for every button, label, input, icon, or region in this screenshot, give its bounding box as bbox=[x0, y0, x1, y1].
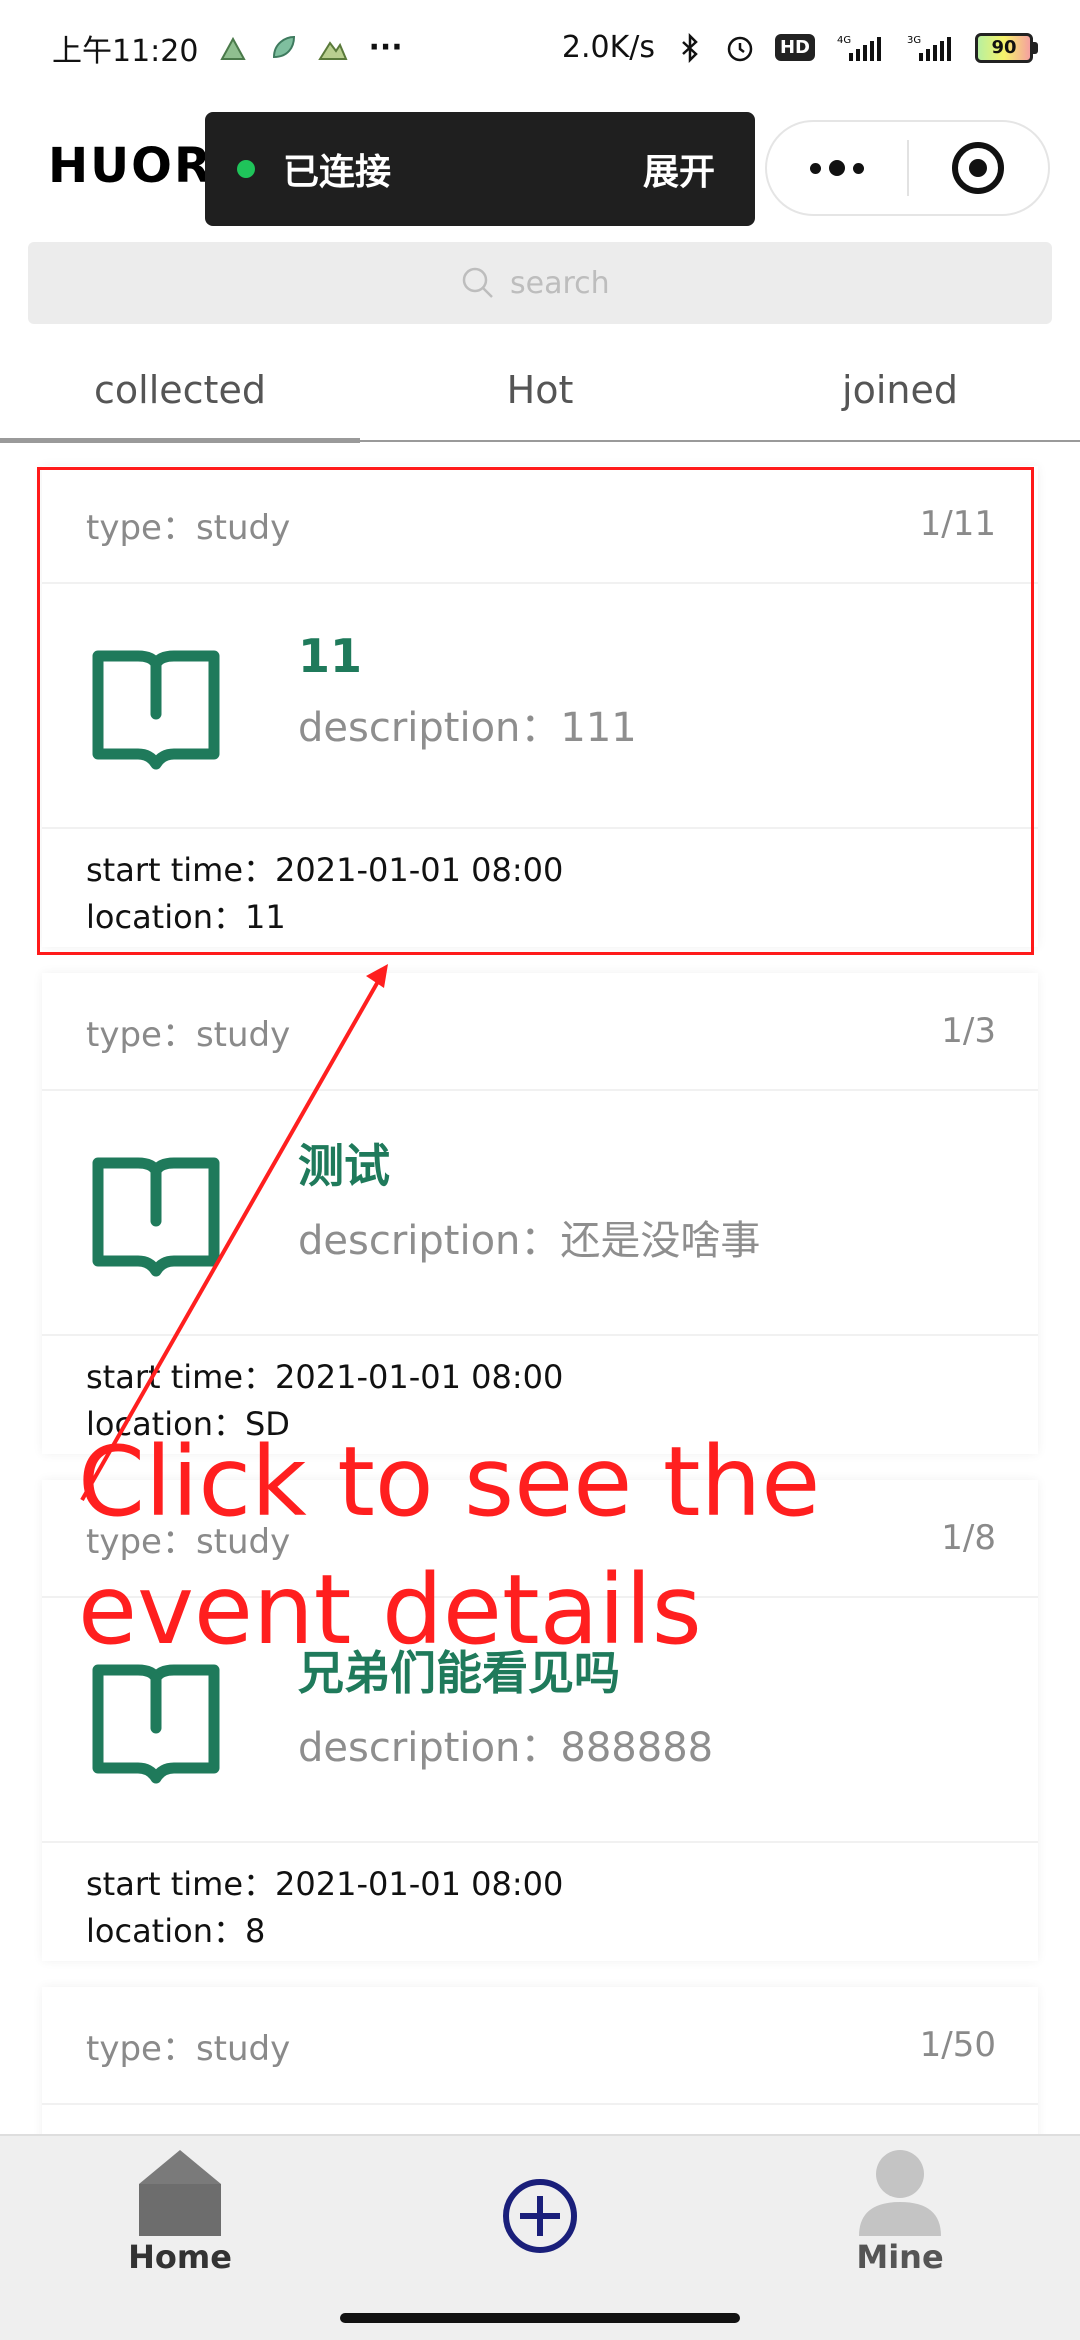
nav-mine-label: Mine bbox=[856, 2238, 944, 2276]
nav-mine[interactable]: Mine bbox=[800, 2146, 1000, 2276]
battery-icon: 90 bbox=[975, 32, 1038, 63]
tab-joined[interactable]: joined bbox=[720, 340, 1080, 440]
event-type: type：study bbox=[86, 1014, 291, 1055]
expand-button[interactable]: 展开 bbox=[643, 143, 715, 195]
app-title: HUOR bbox=[48, 138, 213, 194]
status-time: 上午11:20 bbox=[52, 33, 199, 69]
battery-level: 90 bbox=[975, 32, 1033, 63]
card-text: 测试 description：还是没啥事 bbox=[298, 1130, 760, 1266]
tab-collected[interactable]: collected bbox=[0, 340, 360, 443]
target-icon bbox=[952, 142, 1005, 194]
network-speed: 2.0K/s bbox=[561, 30, 655, 65]
card-body: 测试 description：还是没啥事 bbox=[42, 1091, 1038, 1336]
event-start-time: start time：2021-01-01 08:00 bbox=[86, 1358, 564, 1396]
event-start-time: start time：2021-01-01 08:00 bbox=[86, 1865, 564, 1903]
svg-text:4G: 4G bbox=[837, 35, 851, 46]
card-header: type：study 1/50 bbox=[42, 1987, 1038, 2105]
status-left: 上午11:20 ··· bbox=[52, 26, 403, 70]
annotation-text: Click to see the event details bbox=[78, 1426, 821, 1666]
event-description: description：888888 bbox=[298, 1724, 714, 1771]
add-circle-icon bbox=[503, 2179, 577, 2253]
connected-dot-icon bbox=[237, 160, 255, 178]
event-card[interactable]: type：study 1/3 测试 description：还是没啥事 star… bbox=[42, 973, 1038, 1454]
tab-bar: collected Hot joined bbox=[0, 340, 1080, 443]
event-description: description：还是没啥事 bbox=[298, 1217, 761, 1264]
svg-text:3G: 3G bbox=[907, 35, 921, 46]
nav-home-label: Home bbox=[128, 2238, 232, 2276]
close-mini-program-button[interactable] bbox=[909, 122, 1049, 214]
book-icon bbox=[92, 1664, 220, 1783]
event-location: location：8 bbox=[86, 1912, 266, 1950]
mountain-icon bbox=[318, 40, 348, 60]
mini-program-capsule bbox=[765, 120, 1050, 216]
card-footer: start time：2021-01-01 08:00 location：8 bbox=[42, 1843, 1038, 1961]
bottom-nav: Home Mine bbox=[0, 2134, 1080, 2340]
battery-cap bbox=[1033, 41, 1038, 54]
event-count: 1/3 bbox=[941, 1011, 996, 1051]
plant-icon bbox=[220, 36, 247, 60]
more-dots-icon bbox=[809, 160, 864, 176]
bluetooth-icon bbox=[682, 32, 698, 63]
hd-badge: HD bbox=[774, 34, 815, 61]
status-more: ··· bbox=[368, 30, 403, 65]
highlight-box bbox=[37, 467, 1034, 955]
home-icon bbox=[139, 2150, 221, 2236]
search-icon bbox=[462, 267, 493, 298]
nav-home[interactable]: Home bbox=[80, 2146, 280, 2276]
more-button[interactable] bbox=[767, 122, 907, 214]
signal-3g-icon: 3G bbox=[907, 35, 951, 61]
card-header: type：study 1/3 bbox=[42, 973, 1038, 1091]
event-title: 测试 bbox=[298, 1138, 390, 1193]
connection-banner[interactable]: 已连接 展开 bbox=[205, 112, 755, 226]
home-indicator[interactable] bbox=[340, 2313, 740, 2323]
add-event-button[interactable] bbox=[440, 2176, 640, 2256]
search-bar[interactable] bbox=[28, 242, 1052, 324]
user-icon bbox=[859, 2150, 941, 2236]
tab-hot[interactable]: Hot bbox=[360, 340, 720, 440]
status-bar: 上午11:20 ··· 2.0K/s HD 4G 3G 90 bbox=[0, 0, 1080, 95]
signal-4g-icon: 4G bbox=[837, 35, 881, 61]
status-right: 2.0K/s HD 4G 3G 90 bbox=[562, 30, 1038, 65]
event-type: type：study bbox=[86, 2028, 291, 2069]
leaf-icon bbox=[273, 35, 296, 58]
connection-status: 已连接 bbox=[283, 152, 392, 193]
header: HUOR 已连接 展开 bbox=[0, 110, 1080, 228]
event-count: 1/50 bbox=[919, 2025, 996, 2065]
book-icon bbox=[92, 1157, 220, 1276]
alarm-icon bbox=[727, 36, 753, 61]
search-input[interactable] bbox=[510, 265, 620, 301]
